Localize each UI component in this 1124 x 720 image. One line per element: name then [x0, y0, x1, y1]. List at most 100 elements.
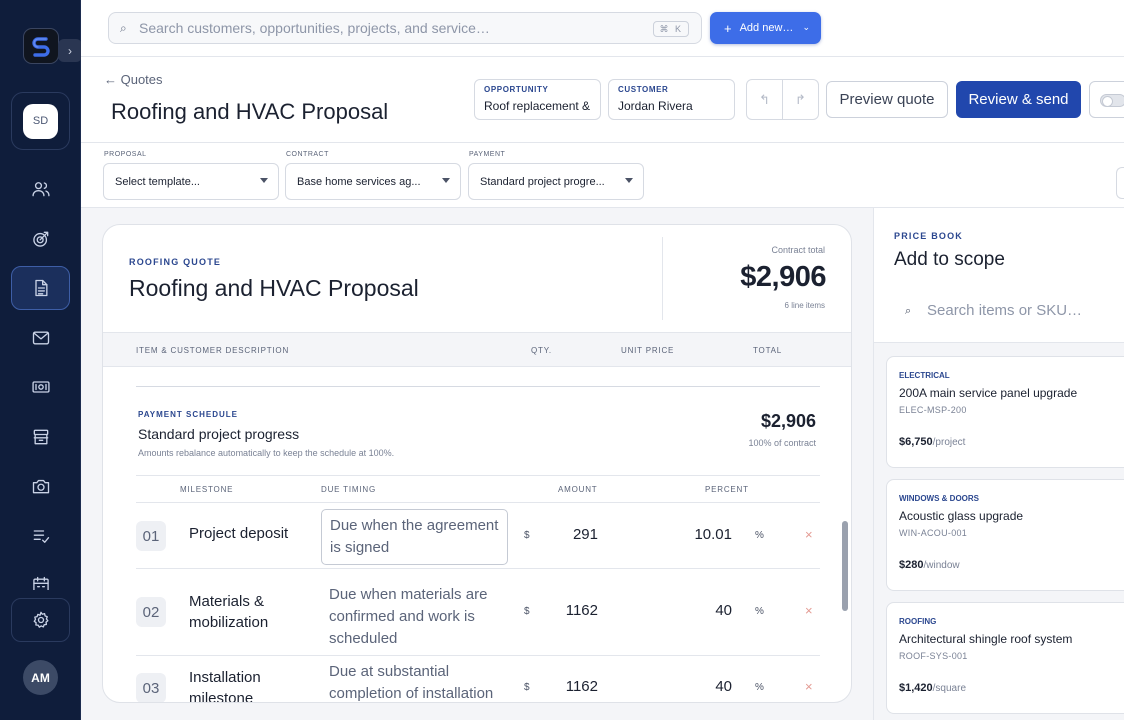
logo-icon	[32, 37, 50, 57]
item-price: $280	[899, 559, 924, 571]
payment-schedule-title: Standard project progress	[138, 426, 300, 442]
due-timing-input[interactable]: Due when the agreement is signed	[321, 509, 508, 565]
item-sku: ROOF-SYS-001	[899, 651, 968, 661]
sidebar-item-customers[interactable]	[11, 167, 70, 211]
scrollbar-thumb[interactable]	[842, 521, 848, 611]
sidebar-item-photos[interactable]	[11, 464, 70, 508]
toggle-container	[1089, 81, 1124, 118]
document-icon	[34, 279, 47, 297]
contract-label: CONTRACT	[286, 151, 329, 158]
col-total: TOTAL	[753, 346, 783, 355]
col-milestone: MILESTONE	[180, 485, 234, 494]
item-name: 200A main service panel upgrade	[899, 386, 1078, 400]
amount-input[interactable]: 1162	[546, 678, 598, 695]
remove-milestone-button[interactable]: ×	[805, 527, 813, 542]
divider	[136, 386, 820, 387]
remove-milestone-button[interactable]: ×	[805, 603, 813, 618]
due-timing-input[interactable]: Due when materials are confirmed and wor…	[321, 579, 508, 655]
users-icon	[31, 182, 50, 197]
price-book-kicker: PRICE BOOK	[894, 231, 964, 241]
milestone-name[interactable]: Materials & mobilization	[189, 591, 309, 633]
contract-template-select[interactable]: Base home services ag...	[285, 163, 461, 200]
quote-kicker: ROOFING QUOTE	[129, 257, 222, 267]
user-avatar[interactable]: AM	[23, 660, 58, 695]
percent-input[interactable]: 40	[666, 678, 732, 695]
add-new-label: Add new…	[739, 22, 794, 34]
item-unit: /window	[923, 560, 960, 571]
milestone-number: 03	[136, 673, 166, 702]
opportunity-chip[interactable]: OPPORTUNITY Roof replacement &	[474, 79, 601, 120]
contract-value: Base home services ag...	[297, 176, 421, 188]
caret-down-icon	[625, 178, 633, 183]
payment-schedule-percent: 100% of contract	[748, 438, 816, 448]
global-search-input[interactable]: ⌕ Search customers, opportunities, proje…	[108, 12, 702, 44]
quote-card: ROOFING QUOTE Roofing and HVAC Proposal …	[102, 224, 852, 703]
target-icon	[32, 231, 48, 247]
col-amount: AMOUNT	[558, 485, 598, 494]
col-percent: PERCENT	[705, 485, 749, 494]
proposal-template-select[interactable]: Select template...	[103, 163, 279, 200]
calendar-icon	[32, 576, 49, 590]
workspace-switcher[interactable]: SD	[11, 92, 70, 150]
item-price: $1,420	[899, 682, 933, 694]
sidebar-item-opportunities[interactable]	[11, 217, 70, 261]
cash-icon	[31, 381, 50, 393]
item-price-line: $1,420/square	[899, 682, 966, 694]
due-timing-input[interactable]: Due at substantial completion of install…	[321, 656, 508, 702]
col-qty: QTY.	[531, 346, 552, 355]
price-book-item[interactable]: WINDOWS & DOORS Acoustic glass upgrade W…	[886, 479, 1124, 591]
add-new-button[interactable]: + Add new… ⌄	[710, 12, 821, 44]
percent-input[interactable]: 40	[666, 602, 732, 619]
review-send-button[interactable]: Review & send	[956, 81, 1081, 118]
percent-input[interactable]: 10.01	[666, 526, 732, 543]
sidebar-item-schedule[interactable]	[11, 563, 70, 590]
shortcut-hint: ⌘ K	[653, 21, 689, 37]
search-icon: ⌕	[905, 305, 912, 317]
sidebar-item-payments[interactable]	[11, 365, 70, 409]
price-book-header: PRICE BOOK Add to scope ⌕ Search items o…	[874, 208, 1124, 343]
undo-icon[interactable]: ↰	[747, 80, 783, 119]
sidebar: › SD AM	[0, 0, 82, 720]
breadcrumb-quotes[interactable]: ← Quotes	[104, 72, 163, 87]
item-sku: WIN-ACOU-001	[899, 528, 968, 538]
proposal-label: PROPOSAL	[104, 151, 147, 158]
line-items-header: ITEM & CUSTOMER DESCRIPTION QTY. UNIT PR…	[103, 332, 851, 367]
settings-toggle[interactable]	[1100, 94, 1124, 107]
sidebar-item-quotes[interactable]	[11, 266, 70, 310]
sidebar-item-tasks[interactable]	[11, 514, 70, 558]
amount-input[interactable]: 1162	[546, 602, 598, 619]
payment-template-select[interactable]: Standard project progre...	[468, 163, 644, 200]
milestone-number: 01	[136, 521, 166, 551]
price-book-title: Add to scope	[894, 249, 1005, 270]
caret-down-icon	[260, 178, 268, 183]
currency-symbol: $	[524, 606, 530, 617]
remove-milestone-button[interactable]: ×	[805, 679, 813, 694]
amount-input[interactable]: 291	[546, 526, 598, 543]
quote-header: ← Quotes Roofing and HVAC Proposal OPPOR…	[81, 57, 1124, 143]
workspace-avatar: SD	[23, 103, 58, 139]
preview-quote-button[interactable]: Preview quote	[826, 81, 948, 118]
redo-icon[interactable]: ↱	[783, 80, 818, 119]
chevron-right-icon: ›	[68, 43, 72, 58]
milestone-name[interactable]: Project deposit	[189, 523, 309, 544]
row-action-button[interactable]	[1116, 167, 1124, 199]
percent-symbol: %	[755, 606, 764, 617]
app-logo[interactable]	[23, 28, 59, 64]
price-book-search-input[interactable]: Search items or SKU…	[927, 302, 1082, 319]
sidebar-item-settings[interactable]	[11, 598, 70, 642]
price-book-item[interactable]: ELECTRICAL 200A main service panel upgra…	[886, 356, 1124, 468]
milestone-name[interactable]: Installation milestone	[189, 667, 309, 702]
line-item-count: 6 line items	[784, 301, 825, 310]
price-book-panel: PRICE BOOK Add to scope ⌕ Search items o…	[873, 208, 1124, 720]
sidebar-item-inventory[interactable]	[11, 415, 70, 459]
currency-symbol: $	[524, 530, 530, 541]
topbar: ⌕ Search customers, opportunities, proje…	[81, 0, 1124, 57]
payment-label: PAYMENT	[469, 151, 506, 158]
customer-label: CUSTOMER	[618, 85, 669, 94]
customer-chip[interactable]: CUSTOMER Jordan Rivera	[608, 79, 735, 120]
sidebar-expand-button[interactable]: ›	[58, 39, 82, 62]
item-name: Acoustic glass upgrade	[899, 509, 1024, 523]
price-book-item[interactable]: ROOFING Architectural shingle roof syste…	[886, 602, 1124, 714]
milestone-row: 03 Installation milestone Due at substan…	[136, 656, 820, 702]
sidebar-item-messages[interactable]	[11, 316, 70, 360]
